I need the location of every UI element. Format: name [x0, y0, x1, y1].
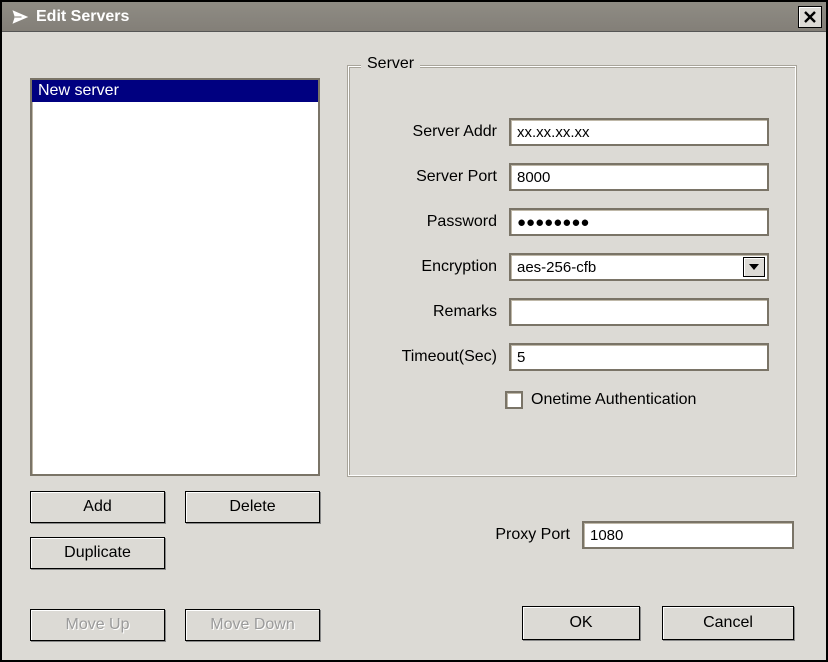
move-down-button[interactable]: Move Down [185, 609, 320, 641]
server-port-label: Server Port [379, 168, 509, 186]
window-title: Edit Servers [36, 8, 129, 26]
password-label: Password [379, 213, 509, 231]
server-list-item[interactable]: New server [32, 80, 318, 102]
password-input[interactable] [509, 208, 769, 236]
server-port-input[interactable] [509, 163, 769, 191]
close-button[interactable] [798, 6, 822, 28]
encryption-value: aes-256-cfb [517, 259, 596, 276]
close-icon [804, 11, 816, 23]
timeout-label: Timeout(Sec) [379, 348, 509, 366]
timeout-input[interactable] [509, 343, 769, 371]
delete-button[interactable]: Delete [185, 491, 320, 523]
encryption-select[interactable]: aes-256-cfb [509, 253, 769, 281]
remarks-input[interactable] [509, 298, 769, 326]
cancel-button[interactable]: Cancel [662, 606, 794, 640]
proxy-port-label: Proxy Port [402, 526, 582, 544]
client-area: New server Server Server Addr Server Por… [2, 32, 826, 660]
server-addr-input[interactable] [509, 118, 769, 146]
edit-servers-window: Edit Servers New server Server Server Ad… [0, 0, 828, 662]
fieldset-legend: Server [361, 55, 420, 73]
onetime-auth-label: Onetime Authentication [531, 391, 696, 409]
server-fieldset: Server Server Addr Server Port Password … [348, 66, 796, 476]
remarks-label: Remarks [379, 303, 509, 321]
move-up-button[interactable]: Move Up [30, 609, 165, 641]
app-icon [10, 7, 30, 27]
server-list[interactable]: New server [30, 78, 320, 476]
onetime-auth-checkbox[interactable] [505, 391, 523, 409]
server-addr-label: Server Addr [379, 123, 509, 141]
ok-button[interactable]: OK [522, 606, 640, 640]
dropdown-button[interactable] [743, 257, 765, 277]
titlebar: Edit Servers [2, 2, 826, 32]
chevron-down-icon [749, 264, 759, 270]
proxy-port-input[interactable] [582, 521, 794, 549]
duplicate-button[interactable]: Duplicate [30, 537, 165, 569]
encryption-label: Encryption [379, 258, 509, 276]
add-button[interactable]: Add [30, 491, 165, 523]
